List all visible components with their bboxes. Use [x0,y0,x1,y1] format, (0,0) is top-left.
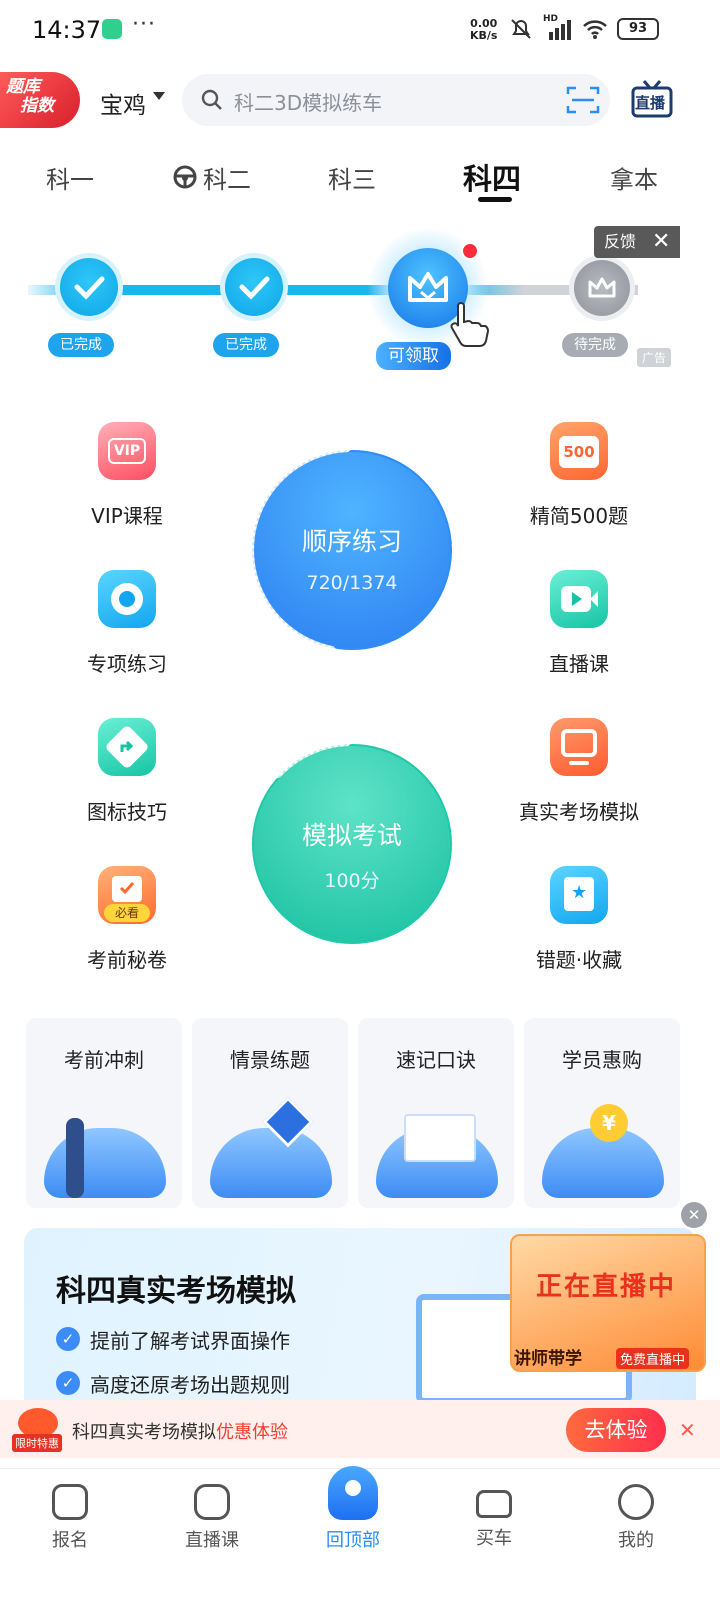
app-notification-icon [102,19,122,39]
step-4-label: 待完成 [562,333,628,357]
network-speed: 0.00 KB/s [470,17,498,42]
card-pre-exam-sprint[interactable]: 考前冲刺 [26,1018,182,1208]
promo-text: 科四真实考场模拟优惠体验 [72,1422,288,1443]
tab-ke2[interactable]: 科二 [203,160,251,195]
limited-offer-tag: 限时特惠 [12,1434,62,1452]
chevron-down-icon[interactable] [153,92,165,100]
nav-signup[interactable]: 报名 [20,1478,120,1552]
question-bank-index-badge[interactable]: 题库 指数 [0,72,80,128]
sequential-practice-button[interactable]: 顺序练习 720/1374 [254,452,450,648]
signal-icon: HD [543,14,573,40]
city-selector[interactable]: 宝鸡 [100,86,146,120]
check-icon: ✓ [56,1327,80,1351]
monitor-icon [550,718,608,776]
feature-real-exam-sim[interactable]: 真实考场模拟 [519,718,639,825]
active-tab-indicator [478,197,512,202]
rocket-icon[interactable] [328,1466,378,1520]
tab-ke3[interactable]: 科三 [328,160,376,195]
nav-buy-car[interactable]: 买车 [444,1478,544,1550]
step-1-check[interactable] [60,258,118,316]
person-illustration [66,1118,84,1198]
live-stream-button[interactable]: 直播 [630,78,674,122]
search-icon [201,89,222,110]
notes-board-illustration [404,1114,476,1162]
profile-icon [618,1484,654,1520]
scan-icon[interactable] [566,84,600,116]
bookmark-star-icon: ★ [550,866,608,924]
close-live-card-icon[interactable]: ✕ [681,1202,707,1228]
status-icons: HD 93 [508,14,659,42]
steering-wheel-icon [173,165,197,189]
tab-naben[interactable]: 拿本 [610,160,658,195]
vip-icon: VIP [98,422,156,480]
more-notifications-icon: ··· [132,12,156,37]
status-time: 14:37 [32,16,102,44]
search-input[interactable]: 科二3D模拟练车 [234,87,382,116]
banner-bullet: 高度还原考场出题规则 [90,1373,290,1397]
card-memory-tips[interactable]: 速记口诀 [358,1018,514,1208]
tab-ke1[interactable]: 科一 [46,160,94,195]
500-icon: 500 [550,422,608,480]
mock-exam-button[interactable]: 模拟考试 100分 [254,746,450,942]
card-student-deals[interactable]: 学员惠购 ¥ [524,1018,680,1208]
wifi-icon [583,20,607,39]
nav-mine[interactable]: 我的 [586,1478,686,1552]
step-3-label[interactable]: 可领取 [376,342,451,370]
tab-ke4[interactable]: 科四 [463,156,521,198]
mute-icon [511,19,531,39]
close-icon[interactable]: ✕ [652,226,670,258]
battery-indicator: 93 [617,18,659,40]
feature-pre-exam-paper[interactable]: 必看 考前秘卷 [67,866,187,973]
red-dot-badge [461,242,479,260]
close-promo-icon[interactable]: ✕ [679,1418,696,1442]
feature-sign-tips[interactable]: 图标技巧 [67,718,187,825]
step-1-label: 已完成 [48,333,114,357]
crown-icon [588,277,616,298]
card-scenario-practice[interactable]: 情景练题 [192,1018,348,1208]
check-icon: ✓ [56,1371,80,1395]
video-icon [550,570,608,628]
car-icon [476,1490,512,1518]
tv-icon [194,1484,230,1520]
banner-title: 科四真实考场模拟 [56,1274,296,1309]
scenario-illustration [210,1128,332,1198]
step-4-reward[interactable] [574,260,630,316]
live-now-card[interactable]: 正在直播中 讲师带学 免费直播中 [510,1234,706,1372]
road-sign-icon [98,718,156,776]
feature-500-questions[interactable]: 500 精简500题 [519,422,639,529]
step-2-check[interactable] [225,258,283,316]
coin-icon: ¥ [590,1104,628,1142]
exam-paper-icon: 必看 [98,866,156,924]
target-icon [98,570,156,628]
signup-icon [52,1484,88,1520]
feature-wrong-favorites[interactable]: ★ 错题·收藏 [519,866,639,973]
try-now-button[interactable]: 去体验 [566,1408,666,1452]
check-icon [239,276,270,300]
nav-live-class[interactable]: 直播课 [162,1478,262,1552]
rocket-illustration [44,1128,166,1198]
step-2-label: 已完成 [213,333,279,357]
banner-bullet: 提前了解考试界面操作 [90,1329,290,1353]
hand-pointer-icon [450,302,490,347]
feature-vip-course[interactable]: VIP VIP课程 [67,422,187,529]
nav-back-to-top[interactable]: 回顶部 [303,1526,403,1552]
feedback-button[interactable]: 反馈 ✕ [594,226,680,258]
ad-label: 广告 [637,348,672,367]
check-icon [74,276,105,300]
feature-special-practice[interactable]: 专项练习 [67,570,187,677]
feature-live-class[interactable]: 直播课 [519,570,639,677]
